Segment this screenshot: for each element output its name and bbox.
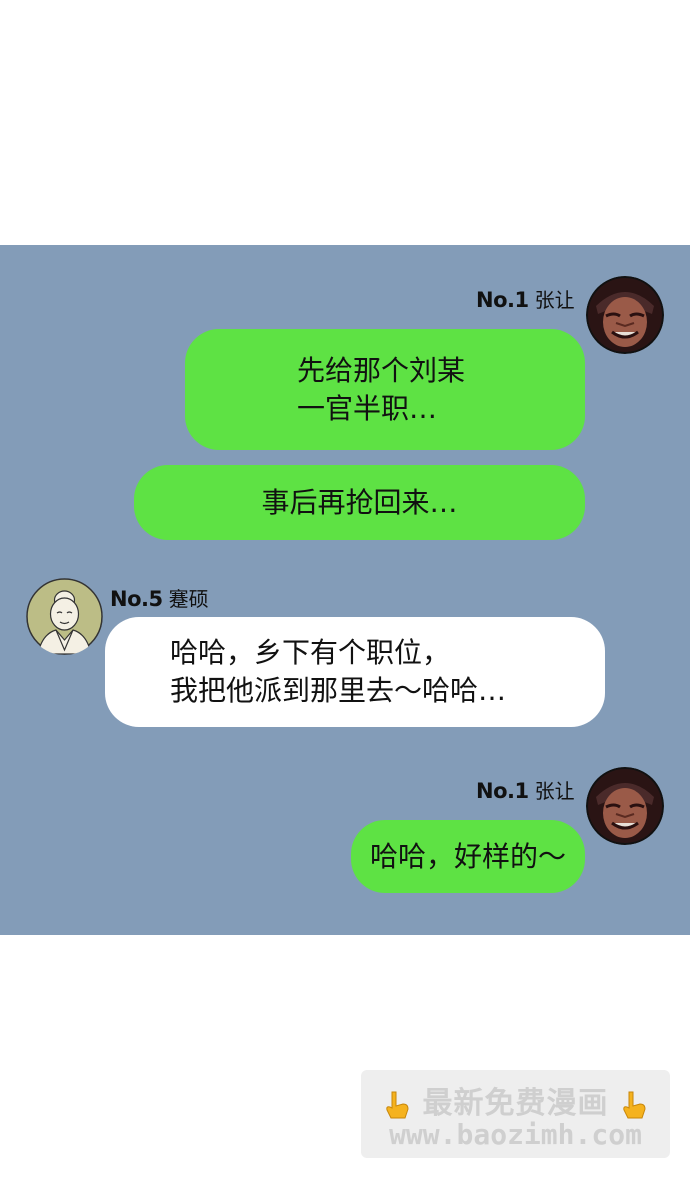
message-line: 哈哈，乡下有个职位， [170, 636, 451, 669]
sender-name: 蹇硕 [168, 587, 209, 611]
watermark-title: 最新免费漫画 [422, 1086, 609, 1121]
message-bubble[interactable]: 先给那个刘某 一官半职… [185, 329, 585, 450]
watermark-title-row: 最新免费漫画 [361, 1078, 670, 1122]
pointing-hand-icon [623, 1091, 646, 1118]
avatar-jianshuo-icon [26, 578, 103, 655]
sender-name: 张让 [534, 288, 575, 312]
message-text: 哈哈，乡下有个职位， 我把他派到那里去～哈哈… [170, 634, 506, 710]
avatar-zhangrang-icon [586, 767, 664, 845]
sender-label: No.5 蹇硕 [110, 583, 209, 612]
avatar-zhangrang[interactable] [586, 276, 664, 354]
message-line: 一官半职… [297, 391, 438, 425]
message-bubble[interactable]: 哈哈，乡下有个职位， 我把他派到那里去～哈哈… [105, 617, 605, 727]
avatar-zhangrang[interactable] [586, 767, 664, 845]
watermark: 最新免费漫画 www.baozimh.com [361, 1070, 670, 1158]
sender-number: No.5 [110, 587, 163, 611]
message-text: 先给那个刘某 一官半职… [297, 352, 465, 428]
sender-name: 张让 [534, 779, 575, 803]
avatar-jianshuo[interactable] [26, 578, 103, 655]
message-bubble[interactable]: 哈哈，好样的～ [351, 820, 585, 893]
sender-number: No.1 [476, 779, 529, 803]
message-line: 哈哈，好样的～ [369, 839, 566, 873]
pointing-hand-icon [386, 1091, 409, 1118]
message-line: 我把他派到那里去～哈哈… [170, 674, 507, 707]
message-bubble[interactable]: 事后再抢回来… [134, 465, 585, 540]
message-line: 先给那个刘某 [297, 353, 466, 387]
sender-label: No.1 张让 [476, 775, 575, 804]
sender-label: No.1 张让 [476, 284, 575, 313]
message-line: 事后再抢回来… [261, 485, 458, 519]
sender-number: No.1 [476, 288, 529, 312]
avatar-zhangrang-icon [586, 276, 664, 354]
watermark-url: www.baozimh.com [389, 1118, 642, 1151]
